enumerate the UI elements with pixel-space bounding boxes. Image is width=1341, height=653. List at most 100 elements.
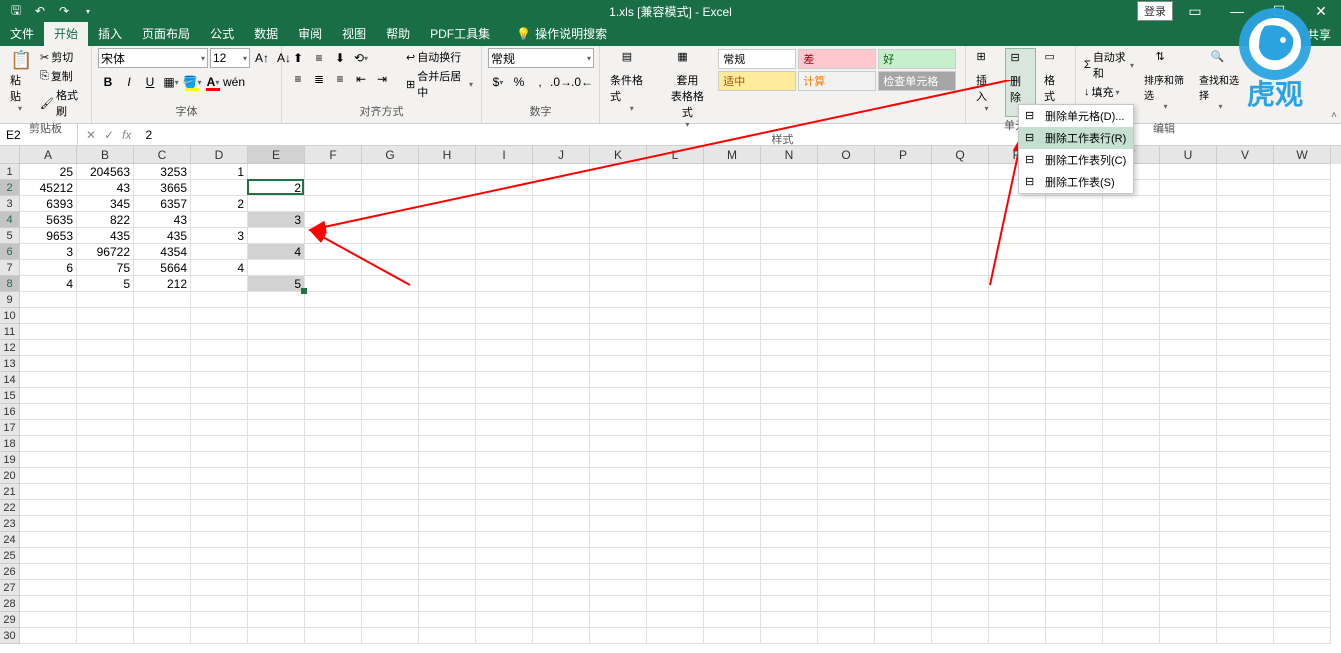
cell-D20[interactable] [191, 468, 248, 484]
cell-J6[interactable] [533, 244, 590, 260]
cell-U5[interactable] [1160, 228, 1217, 244]
cell-J28[interactable] [533, 596, 590, 612]
cell-R8[interactable] [989, 276, 1046, 292]
cell-S3[interactable] [1046, 196, 1103, 212]
cell-Q2[interactable] [932, 180, 989, 196]
cell-G21[interactable] [362, 484, 419, 500]
cell-M17[interactable] [704, 420, 761, 436]
cell-O21[interactable] [818, 484, 875, 500]
cell-V26[interactable] [1217, 564, 1274, 580]
cell-B5[interactable]: 435 [77, 228, 134, 244]
cell-K1[interactable] [590, 164, 647, 180]
cell-D11[interactable] [191, 324, 248, 340]
cell-N27[interactable] [761, 580, 818, 596]
col-header-B[interactable]: B [77, 146, 134, 164]
cell-Q12[interactable] [932, 340, 989, 356]
cell-A20[interactable] [20, 468, 77, 484]
cell-B29[interactable] [77, 612, 134, 628]
cell-W15[interactable] [1274, 388, 1331, 404]
col-header-L[interactable]: L [647, 146, 704, 164]
enter-formula-icon[interactable]: ✓ [104, 128, 114, 142]
cell-H15[interactable] [419, 388, 476, 404]
cell-I27[interactable] [476, 580, 533, 596]
cell-M3[interactable] [704, 196, 761, 212]
close-icon[interactable]: ✕ [1301, 0, 1341, 22]
cell-P17[interactable] [875, 420, 932, 436]
cell-O5[interactable] [818, 228, 875, 244]
col-header-A[interactable]: A [20, 146, 77, 164]
align-middle-icon[interactable]: ≡ [309, 48, 329, 68]
cell-C5[interactable]: 435 [134, 228, 191, 244]
cell-R14[interactable] [989, 372, 1046, 388]
cell-K26[interactable] [590, 564, 647, 580]
cell-C9[interactable] [134, 292, 191, 308]
cell-J12[interactable] [533, 340, 590, 356]
cell-N3[interactable] [761, 196, 818, 212]
cell-R21[interactable] [989, 484, 1046, 500]
cell-U20[interactable] [1160, 468, 1217, 484]
cell-N7[interactable] [761, 260, 818, 276]
cell-B12[interactable] [77, 340, 134, 356]
cell-V10[interactable] [1217, 308, 1274, 324]
cell-C8[interactable]: 212 [134, 276, 191, 292]
border-button[interactable]: ▦▾ [161, 72, 181, 92]
cell-B9[interactable] [77, 292, 134, 308]
col-header-G[interactable]: G [362, 146, 419, 164]
cell-M18[interactable] [704, 436, 761, 452]
sort-filter-button[interactable]: ⇅排序和筛选▾ [1140, 48, 1191, 113]
cell-P11[interactable] [875, 324, 932, 340]
cell-F20[interactable] [305, 468, 362, 484]
menu-delete-sheet[interactable]: ⊟删除工作表(S) [1019, 171, 1133, 193]
cell-C16[interactable] [134, 404, 191, 420]
cell-D9[interactable] [191, 292, 248, 308]
cell-D17[interactable] [191, 420, 248, 436]
menu-delete-cols[interactable]: ⊟删除工作表列(C) [1019, 149, 1133, 171]
row-header-26[interactable]: 26 [0, 564, 20, 580]
col-header-W[interactable]: W [1274, 146, 1331, 164]
cell-S5[interactable] [1046, 228, 1103, 244]
cell-A22[interactable] [20, 500, 77, 516]
cell-G18[interactable] [362, 436, 419, 452]
cell-I10[interactable] [476, 308, 533, 324]
cell-L5[interactable] [647, 228, 704, 244]
cell-F18[interactable] [305, 436, 362, 452]
cell-D16[interactable] [191, 404, 248, 420]
cell-G23[interactable] [362, 516, 419, 532]
cell-C11[interactable] [134, 324, 191, 340]
cell-J17[interactable] [533, 420, 590, 436]
cell-S30[interactable] [1046, 628, 1103, 644]
decrease-decimal-icon[interactable]: .0← [572, 72, 592, 92]
cell-K5[interactable] [590, 228, 647, 244]
cell-styles-gallery[interactable]: 常规 差 好 适中 计算 检查单元格 [717, 48, 959, 92]
cell-U12[interactable] [1160, 340, 1217, 356]
cell-U1[interactable] [1160, 164, 1217, 180]
cell-P2[interactable] [875, 180, 932, 196]
cell-V27[interactable] [1217, 580, 1274, 596]
cell-F22[interactable] [305, 500, 362, 516]
cell-F19[interactable] [305, 452, 362, 468]
cell-V11[interactable] [1217, 324, 1274, 340]
cell-W11[interactable] [1274, 324, 1331, 340]
cell-E9[interactable] [248, 292, 305, 308]
row-header-17[interactable]: 17 [0, 420, 20, 436]
cell-O17[interactable] [818, 420, 875, 436]
row-header-18[interactable]: 18 [0, 436, 20, 452]
row-header-15[interactable]: 15 [0, 388, 20, 404]
cell-B23[interactable] [77, 516, 134, 532]
cell-O23[interactable] [818, 516, 875, 532]
cell-E5[interactable] [248, 228, 305, 244]
cell-I4[interactable] [476, 212, 533, 228]
italic-button[interactable]: I [119, 72, 139, 92]
ribbon-options-icon[interactable]: ▭ [1175, 0, 1215, 22]
cell-T13[interactable] [1103, 356, 1160, 372]
cell-V15[interactable] [1217, 388, 1274, 404]
cell-G6[interactable] [362, 244, 419, 260]
cell-T12[interactable] [1103, 340, 1160, 356]
cell-Q20[interactable] [932, 468, 989, 484]
cell-M25[interactable] [704, 548, 761, 564]
cell-M7[interactable] [704, 260, 761, 276]
cell-K18[interactable] [590, 436, 647, 452]
cell-P14[interactable] [875, 372, 932, 388]
cell-G16[interactable] [362, 404, 419, 420]
cell-L6[interactable] [647, 244, 704, 260]
